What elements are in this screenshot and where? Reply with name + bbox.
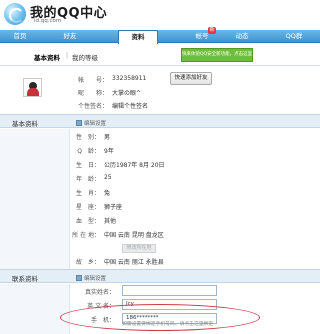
site-url: id.qq.com [34,18,62,24]
field-label: 星 座： [75,204,100,211]
contact-info-edit-link[interactable]: 编辑设置 [76,274,106,282]
edit-icon [76,120,82,126]
nav-item-friends[interactable]: 好友 [50,30,90,43]
field-label: 生 肖： [75,190,100,197]
account-label: 帐 号： [77,77,108,84]
field-label: 性 别： [75,134,100,141]
signature-value[interactable]: 编辑个性签名 [112,101,148,110]
security-feature-button[interactable]: 快来体验QQ安全新功能，点击这里 [181,48,253,62]
edit-icon [76,275,82,281]
basic-info-edit-link[interactable]: 编辑设置 [76,119,106,127]
field-value: 男 [104,134,111,141]
contact-info-edit-label: 编辑设置 [84,276,107,282]
account-value: 332358911 [112,75,147,82]
nav-item-profile[interactable]: 资料 [118,30,158,44]
signature-label: 个性签名： [77,103,108,110]
tab-basic-profile[interactable]: 基本资料 [34,52,60,62]
field-value: 公历1987年 8月 20日 [104,162,165,169]
new-badge: 新 [208,27,216,34]
basic-info-section-bar: 基本资料 编辑设置 [0,114,320,128]
quick-add-friend-button[interactable]: 快速添加好友 [170,72,212,85]
nav-item-home[interactable]: 首页 [0,30,40,43]
nav-item-account-label: 帐号 [195,32,209,40]
tab-my-level[interactable]: 我的等级 [72,52,98,62]
contact-info-left-column [0,284,70,334]
field-value: 中国 云南 昆明 盘龙区 [104,232,164,239]
sub-tabs: 基本资料 | 我的等级 快来体验QQ安全新功能，点击这里 [0,44,320,66]
field-value: 9年 [104,148,114,155]
tab-separator: | [66,52,69,59]
basic-info-edit-label: 编辑设置 [84,121,107,127]
nav-item-account[interactable]: 帐号 新 [182,27,222,43]
nav-item-qq-group[interactable]: QQ群 [274,30,314,43]
field-label: 血 型： [75,218,100,225]
basic-info-section-title: 基本资料 [12,120,38,128]
field-label: 所 在 地： [72,232,100,239]
field-value: 兔 [104,190,111,197]
main-nav: 首页 好友 资料 帐号 新 动态 QQ群 [0,27,320,44]
field-value: 25 [104,174,112,181]
field-label: 真实姓名： [84,289,115,296]
field-label: Q 龄： [77,148,100,155]
field-label: 年 龄： [75,176,100,183]
qq-logo-icon[interactable] [4,3,26,25]
real-name-input[interactable] [122,285,217,296]
nickname-label: 昵 称： [77,90,108,97]
avatar[interactable] [23,78,42,97]
nickname-value: 大掌の眼^ [112,90,142,97]
field-value: 其他 [104,218,117,225]
modify-location-button[interactable]: 修改所在地 [122,244,156,253]
field-value: 中国 云南 丽江 永胜县 [104,259,164,266]
field-label: 故 乡： [75,259,100,266]
field-value: 狮子座 [104,204,123,211]
header: 我的QQ中心 id.qq.com [0,0,320,30]
red-circle-annotation [60,304,260,331]
field-label: 生 日： [75,162,100,169]
contact-info-section-title: 联系资料 [12,275,38,283]
avatar-body-shape [27,88,39,96]
contact-info-section-bar: 联系资料 编辑设置 [0,269,320,283]
nav-item-feed[interactable]: 动态 [222,30,262,43]
